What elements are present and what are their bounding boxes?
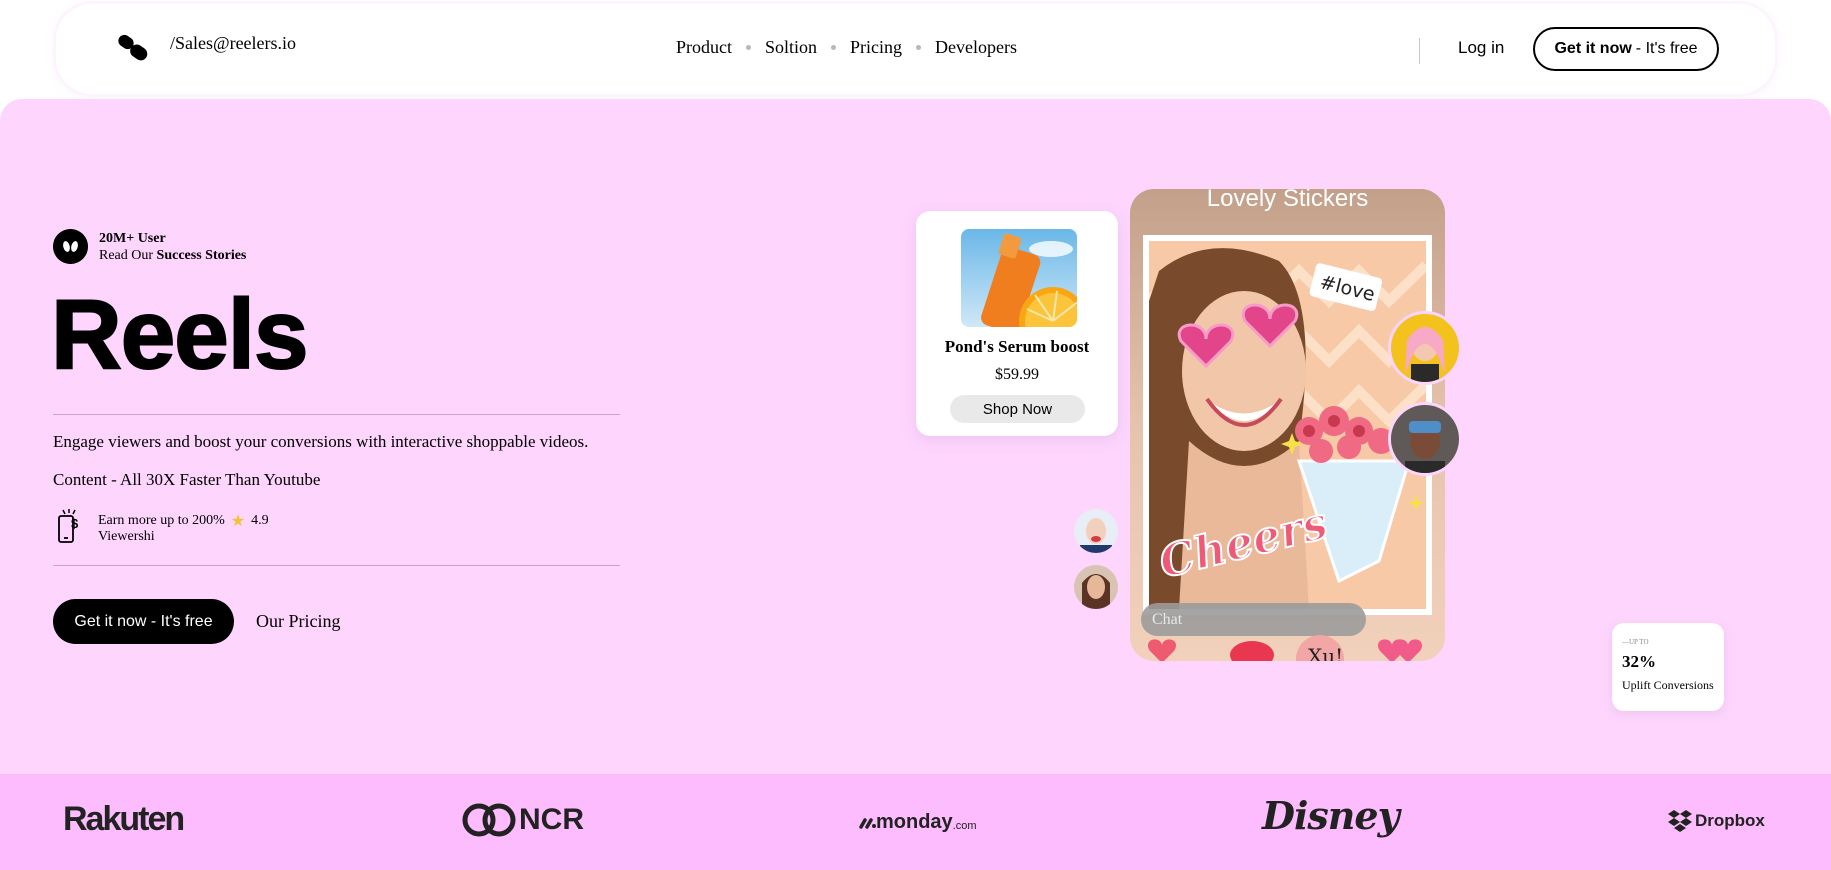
nav-separator-dot (831, 45, 837, 50)
video-preview[interactable]: #love Cheers (1143, 235, 1432, 615)
header-divider (1419, 38, 1420, 64)
dropbox-text: Dropbox (1695, 811, 1765, 830)
uplift-card: —UP TO 32% Uplift Conversions (1612, 623, 1724, 711)
product-price: $59.99 (995, 366, 1039, 383)
dropbox-icon (1668, 810, 1692, 832)
cta-bold-label: Get it now (1554, 40, 1632, 57)
avatar[interactable] (1072, 563, 1120, 611)
divider (53, 414, 620, 415)
avatar[interactable] (1388, 402, 1462, 476)
earn-more-label: Earn more up to 200% (98, 512, 225, 528)
product-image (961, 229, 1077, 327)
hero-subdescription: Content - All 30X Faster Than Youtube (53, 470, 321, 489)
earn-more-text: Earn more up to 200% ★ 4.9 (98, 511, 269, 530)
rating-value: 4.9 (251, 512, 269, 528)
monday-logo: monday .com (858, 811, 977, 834)
top-navbar: /Sales@reelers.io Product Soltion Pricin… (56, 4, 1775, 94)
success-stories-prefix: Read Our (99, 248, 157, 263)
product-name: Pond's Serum boost (944, 337, 1090, 356)
ncr-text: NCR (519, 803, 584, 836)
svg-text:$: $ (71, 516, 79, 531)
svg-text:Xu!: Xu! (1308, 644, 1343, 661)
nav-item-product[interactable]: Product (676, 37, 732, 58)
users-badge-icon (53, 229, 88, 264)
monday-text: monday (876, 811, 953, 833)
user-count-text: 20M+ User (99, 231, 166, 246)
uplift-value: 32% (1622, 652, 1656, 671)
monday-domain: .com (952, 819, 977, 832)
avatar[interactable] (1072, 507, 1120, 555)
main-nav: Product Soltion Pricing Developers (676, 37, 1017, 58)
disney-logo: Disney (1262, 793, 1400, 838)
uplift-label: Uplift Conversions (1622, 678, 1714, 692)
star-icon: ★ (230, 511, 246, 530)
nav-separator-dot (746, 45, 751, 50)
cta-rest-label: - It's free (1635, 40, 1698, 57)
reelers-logo-icon[interactable] (116, 32, 150, 66)
disney-text: Disney (1262, 793, 1400, 838)
shop-now-button[interactable]: Shop Now (950, 395, 1085, 423)
hero-title: Reels (50, 279, 310, 389)
viewership-text: Viewershi (98, 529, 155, 544)
ncr-icon (462, 803, 516, 837)
our-pricing-link[interactable]: Our Pricing (256, 611, 341, 632)
phone-title: Lovely Stickers (1206, 189, 1369, 212)
get-it-now-hero-button[interactable]: Get it now - It's free (53, 599, 234, 644)
phone-dollar-icon: $ (58, 509, 79, 543)
hero-description: Engage viewers and boost your conversion… (53, 432, 589, 451)
product-card: Pond's Serum boost $59.99 Shop Now (916, 211, 1118, 436)
success-stories-bold: Success Stories (156, 248, 247, 263)
get-it-now-header-button[interactable]: Get it now - It's free (1533, 27, 1719, 71)
nav-item-solution[interactable]: Soltion (765, 37, 817, 58)
success-stories-link[interactable]: Read Our Success Stories (99, 248, 246, 264)
nav-item-developers[interactable]: Developers (935, 37, 1017, 58)
monday-icon (859, 817, 876, 829)
sales-email-link[interactable]: /Sales@reelers.io (170, 33, 296, 54)
avatar[interactable] (1388, 311, 1462, 385)
rakuten-logo: Rakuten (63, 800, 185, 839)
divider (53, 565, 620, 566)
nav-item-pricing[interactable]: Pricing (850, 37, 902, 58)
nav-separator-dot (916, 45, 922, 50)
rakuten-text: Rakuten (63, 800, 185, 838)
ncr-logo: NCR (461, 802, 584, 838)
reaction-stickers[interactable]: Xu! (1130, 629, 1445, 661)
login-link[interactable]: Log in (1458, 38, 1504, 58)
uplift-small-label: —UP TO (1622, 638, 1649, 646)
dropbox-logo: Dropbox (1667, 810, 1765, 832)
